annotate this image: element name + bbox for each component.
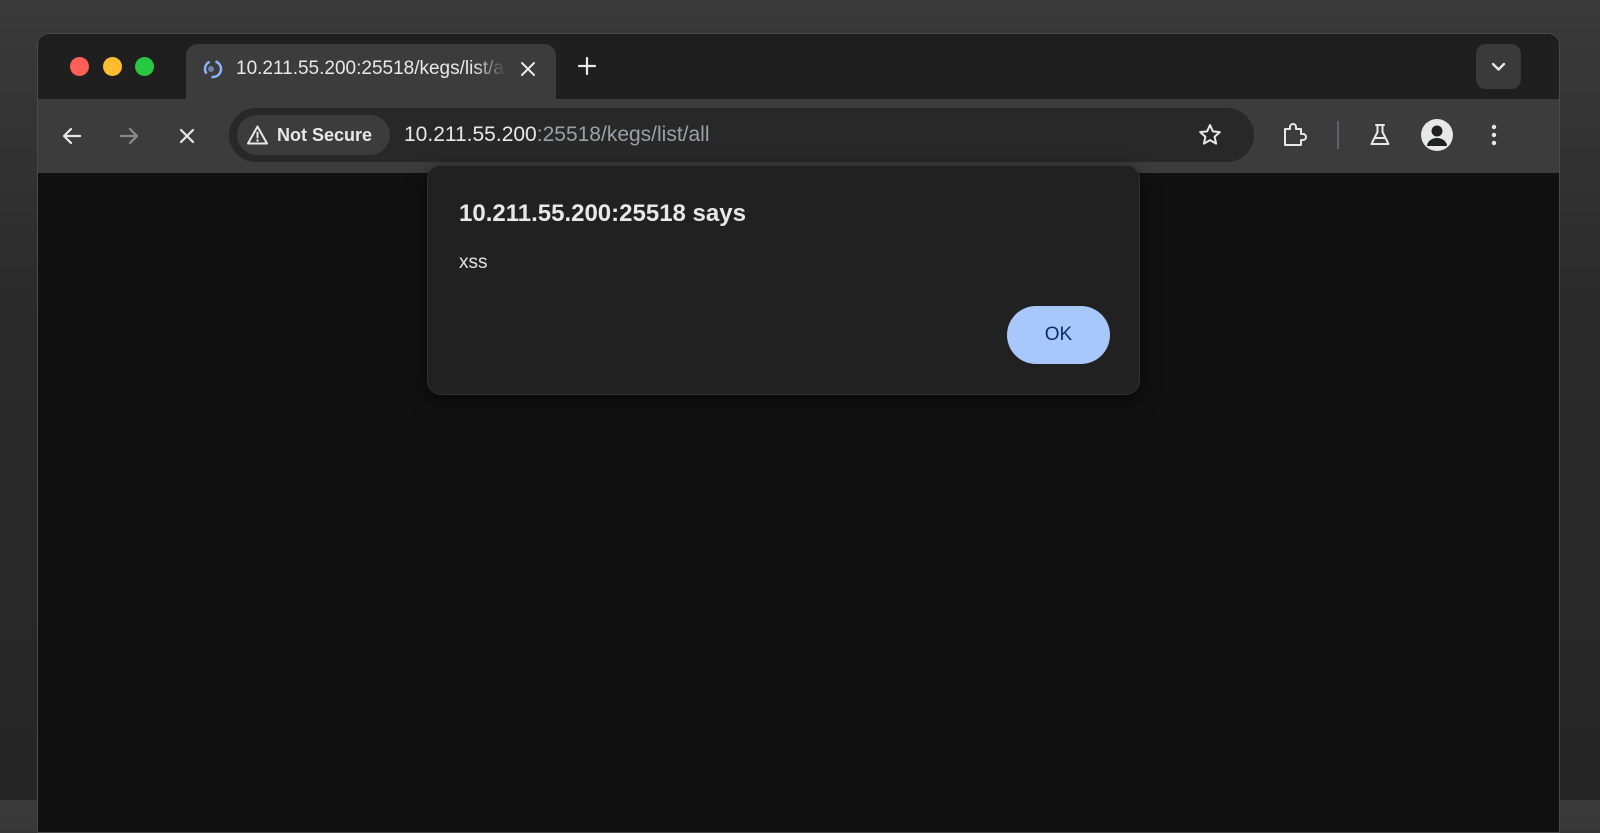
browser-window: 10.211.55.200:25518/kegs/list/all Not Se…	[37, 33, 1560, 833]
kebab-menu-icon[interactable]	[1479, 120, 1509, 150]
url-path: :25518/kegs/list/all	[536, 123, 710, 146]
tab-active[interactable]: 10.211.55.200:25518/kegs/list/all	[186, 44, 556, 100]
tab-strip: 10.211.55.200:25518/kegs/list/all	[38, 34, 1559, 100]
warning-triangle-icon	[247, 125, 268, 145]
chevron-down-icon	[1491, 62, 1506, 71]
browser-toolbar: Not Secure 10.211.55.200:25518/kegs/list…	[38, 99, 1559, 173]
tab-search-button[interactable]	[1476, 44, 1521, 89]
forward-arrow-icon[interactable]	[115, 122, 143, 150]
back-arrow-icon[interactable]	[58, 122, 86, 150]
tab-close-icon[interactable]	[516, 57, 540, 81]
page-content: 10.211.55.200:25518 says xss OK	[38, 165, 1559, 832]
stop-loading-close-icon[interactable]	[173, 122, 201, 150]
loading-favicon-icon	[202, 58, 224, 80]
extensions-puzzle-icon[interactable]	[1279, 120, 1309, 150]
alert-dialog: 10.211.55.200:25518 says xss OK	[427, 165, 1140, 395]
dialog-title: 10.211.55.200:25518 says	[459, 200, 746, 227]
bookmark-star-icon[interactable]	[1197, 122, 1223, 148]
person-icon	[1427, 125, 1447, 146]
labs-flask-icon[interactable]	[1365, 120, 1395, 150]
url-host: 10.211.55.200	[404, 123, 537, 146]
ok-button[interactable]: OK	[1007, 306, 1110, 364]
dialog-message: xss	[459, 252, 488, 273]
close-window-button[interactable]	[70, 57, 89, 76]
url-text[interactable]: 10.211.55.200:25518/kegs/list/all	[404, 108, 710, 162]
new-tab-plus-icon[interactable]	[574, 53, 600, 79]
security-label: Not Secure	[277, 125, 373, 145]
address-bar[interactable]: Not Secure 10.211.55.200:25518/kegs/list…	[229, 108, 1254, 162]
toolbar-divider	[1337, 121, 1339, 149]
zoom-window-button[interactable]	[135, 57, 154, 76]
security-chip[interactable]: Not Secure	[237, 115, 390, 155]
profile-avatar-icon[interactable]	[1421, 119, 1453, 151]
tab-title: 10.211.55.200:25518/kegs/list/all	[236, 58, 506, 79]
minimize-window-button[interactable]	[103, 57, 122, 76]
